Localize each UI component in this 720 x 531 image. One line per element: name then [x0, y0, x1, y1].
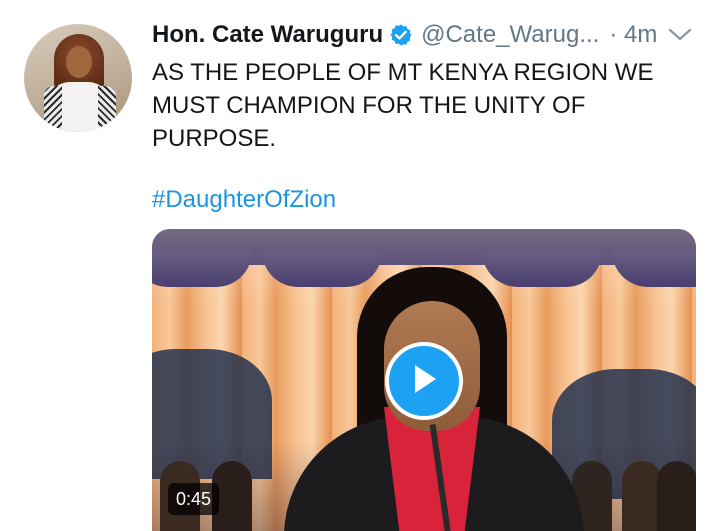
chevron-down-icon[interactable]: [667, 24, 693, 46]
tweet-header: Hon. Cate Waruguru @Cate_Warug... · 4m: [152, 18, 697, 52]
avatar-jacket-right: [98, 86, 116, 132]
author-display-name[interactable]: Hon. Cate Waruguru: [152, 21, 383, 49]
tweet-text-line: AS THE PEOPLE OF MT KENYA REGION WE: [152, 59, 654, 86]
crowd-figure: [622, 461, 662, 531]
tweet[interactable]: Hon. Cate Waruguru @Cate_Warug... · 4m A…: [0, 0, 720, 531]
tweet-text-line: PURPOSE.: [152, 125, 277, 152]
tweet-text-line: MUST CHAMPION FOR THE UNITY OF: [152, 92, 586, 119]
tweet-text: AS THE PEOPLE OF MT KENYA REGION WE MUST…: [152, 56, 692, 155]
avatar[interactable]: [24, 24, 132, 132]
tweet-timestamp[interactable]: · 4m: [609, 21, 657, 49]
avatar-face: [66, 46, 92, 78]
crowd-figure: [657, 461, 696, 531]
video-player[interactable]: 0:45: [152, 229, 696, 531]
author-handle[interactable]: @Cate_Warug...: [421, 21, 599, 49]
hashtag-link[interactable]: #DaughterOfZion: [152, 183, 336, 216]
avatar-jacket-left: [44, 86, 62, 132]
play-button[interactable]: [385, 342, 463, 420]
video-duration: 0:45: [168, 483, 220, 515]
verified-badge-icon: [389, 23, 413, 47]
play-icon: [409, 362, 439, 401]
